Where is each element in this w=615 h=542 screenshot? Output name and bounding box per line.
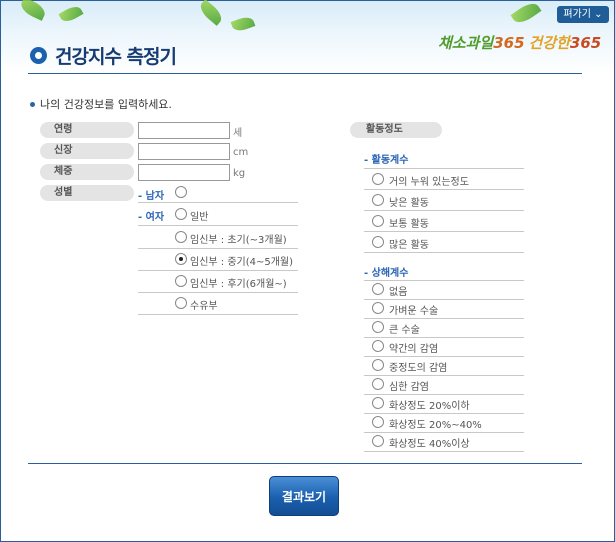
female-option-radio[interactable] (175, 231, 187, 243)
injury-option-label: 가벼운 수술 (389, 306, 439, 317)
gender-label: 성별 (40, 185, 134, 201)
divider (364, 231, 524, 232)
divider (364, 210, 524, 211)
bottom-divider (28, 463, 582, 464)
divider (364, 252, 524, 253)
divider (138, 314, 298, 315)
weight-unit: kg (233, 168, 246, 179)
age-unit: 세 (233, 128, 243, 139)
female-option-radio[interactable] (175, 253, 187, 265)
injury-option-label: 없음 (389, 287, 408, 298)
male-label: - 남자 (138, 191, 165, 202)
female-option-radio[interactable] (175, 275, 187, 287)
height-unit: cm (233, 147, 249, 158)
female-label: - 여자 (138, 212, 165, 223)
age-label: 연령 (40, 122, 134, 138)
divider (364, 318, 524, 319)
activity-radio[interactable] (372, 194, 384, 206)
injury-option-label: 큰 수술 (389, 325, 420, 336)
injury-radio[interactable] (372, 397, 384, 409)
activity-radio[interactable] (372, 173, 384, 185)
injury-option-label: 심한 감염 (389, 382, 429, 393)
injury-radio[interactable] (372, 416, 384, 428)
height-input[interactable] (138, 143, 230, 160)
injury-radio[interactable] (372, 283, 384, 295)
divider (364, 394, 524, 395)
activity-option-label: 낮은 활동 (389, 198, 429, 209)
divider (364, 337, 524, 338)
injury-radio[interactable] (372, 340, 384, 352)
activity-option-label: 보통 활동 (389, 219, 429, 230)
injury-option-label: 화상정도 20%이하 (389, 401, 470, 412)
age-input[interactable] (138, 122, 230, 139)
injury-radio[interactable] (372, 321, 384, 333)
weight-label: 체중 (40, 164, 134, 180)
divider (138, 270, 298, 271)
divider (364, 189, 524, 190)
female-option-label: 임신부 : 후기(6개월~) (190, 279, 287, 290)
injury-radio[interactable] (372, 302, 384, 314)
activity-radio[interactable] (372, 236, 384, 248)
divider (364, 432, 524, 433)
activity-option-label: 많은 활동 (389, 240, 429, 251)
injury-section-title: - 상해계수 (364, 268, 409, 279)
close-button[interactable]: 펴가기 ⌄ (557, 6, 609, 23)
divider (138, 292, 298, 293)
injury-option-label: 중정도의 감염 (389, 363, 448, 374)
divider (364, 168, 524, 169)
height-label: 신장 (40, 143, 134, 159)
page-title: 건강지수 측정기 (55, 45, 177, 68)
male-radio[interactable] (175, 186, 187, 198)
female-option-label: 수유부 (190, 301, 218, 312)
injury-option-label: 약간의 감염 (389, 344, 439, 355)
divider (138, 225, 298, 226)
divider (138, 248, 298, 249)
injury-radio[interactable] (372, 359, 384, 371)
activity-section-title: - 활동계수 (364, 155, 409, 166)
window-frame (0, 0, 615, 542)
injury-radio[interactable] (372, 378, 384, 390)
female-option-label: 임신부 : 중기(4~5개월) (190, 257, 294, 268)
title-block: 건강지수 측정기 (30, 43, 177, 68)
weight-input[interactable] (138, 164, 230, 181)
divider (364, 299, 524, 300)
intro-text: 나의 건강정보를 입력하세요. (30, 96, 172, 112)
female-option-label: 일반 (190, 212, 209, 223)
divider (364, 356, 524, 357)
female-option-radio[interactable] (175, 297, 187, 309)
female-option-label: 임신부 : 초기(~3개월) (190, 235, 287, 246)
injury-option-label: 화상정도 40%이상 (389, 439, 470, 450)
circle-bullet-icon (30, 46, 47, 64)
female-option-radio[interactable] (175, 208, 187, 220)
view-result-button[interactable]: 결과보기 (269, 476, 339, 516)
bullet-icon (30, 101, 35, 107)
divider (364, 375, 524, 376)
divider (138, 202, 298, 203)
injury-option-label: 화상정도 20%~40% (389, 420, 482, 431)
divider (364, 413, 524, 414)
injury-radio[interactable] (372, 435, 384, 447)
activity-header: 활동정도 (350, 122, 442, 138)
activity-radio[interactable] (372, 215, 384, 227)
brand-logo: 채소과일365 건강한365 (438, 34, 602, 52)
top-divider (28, 73, 582, 74)
divider (364, 451, 524, 452)
divider (364, 280, 524, 281)
activity-option-label: 거의 누워 있는정도 (389, 177, 469, 188)
